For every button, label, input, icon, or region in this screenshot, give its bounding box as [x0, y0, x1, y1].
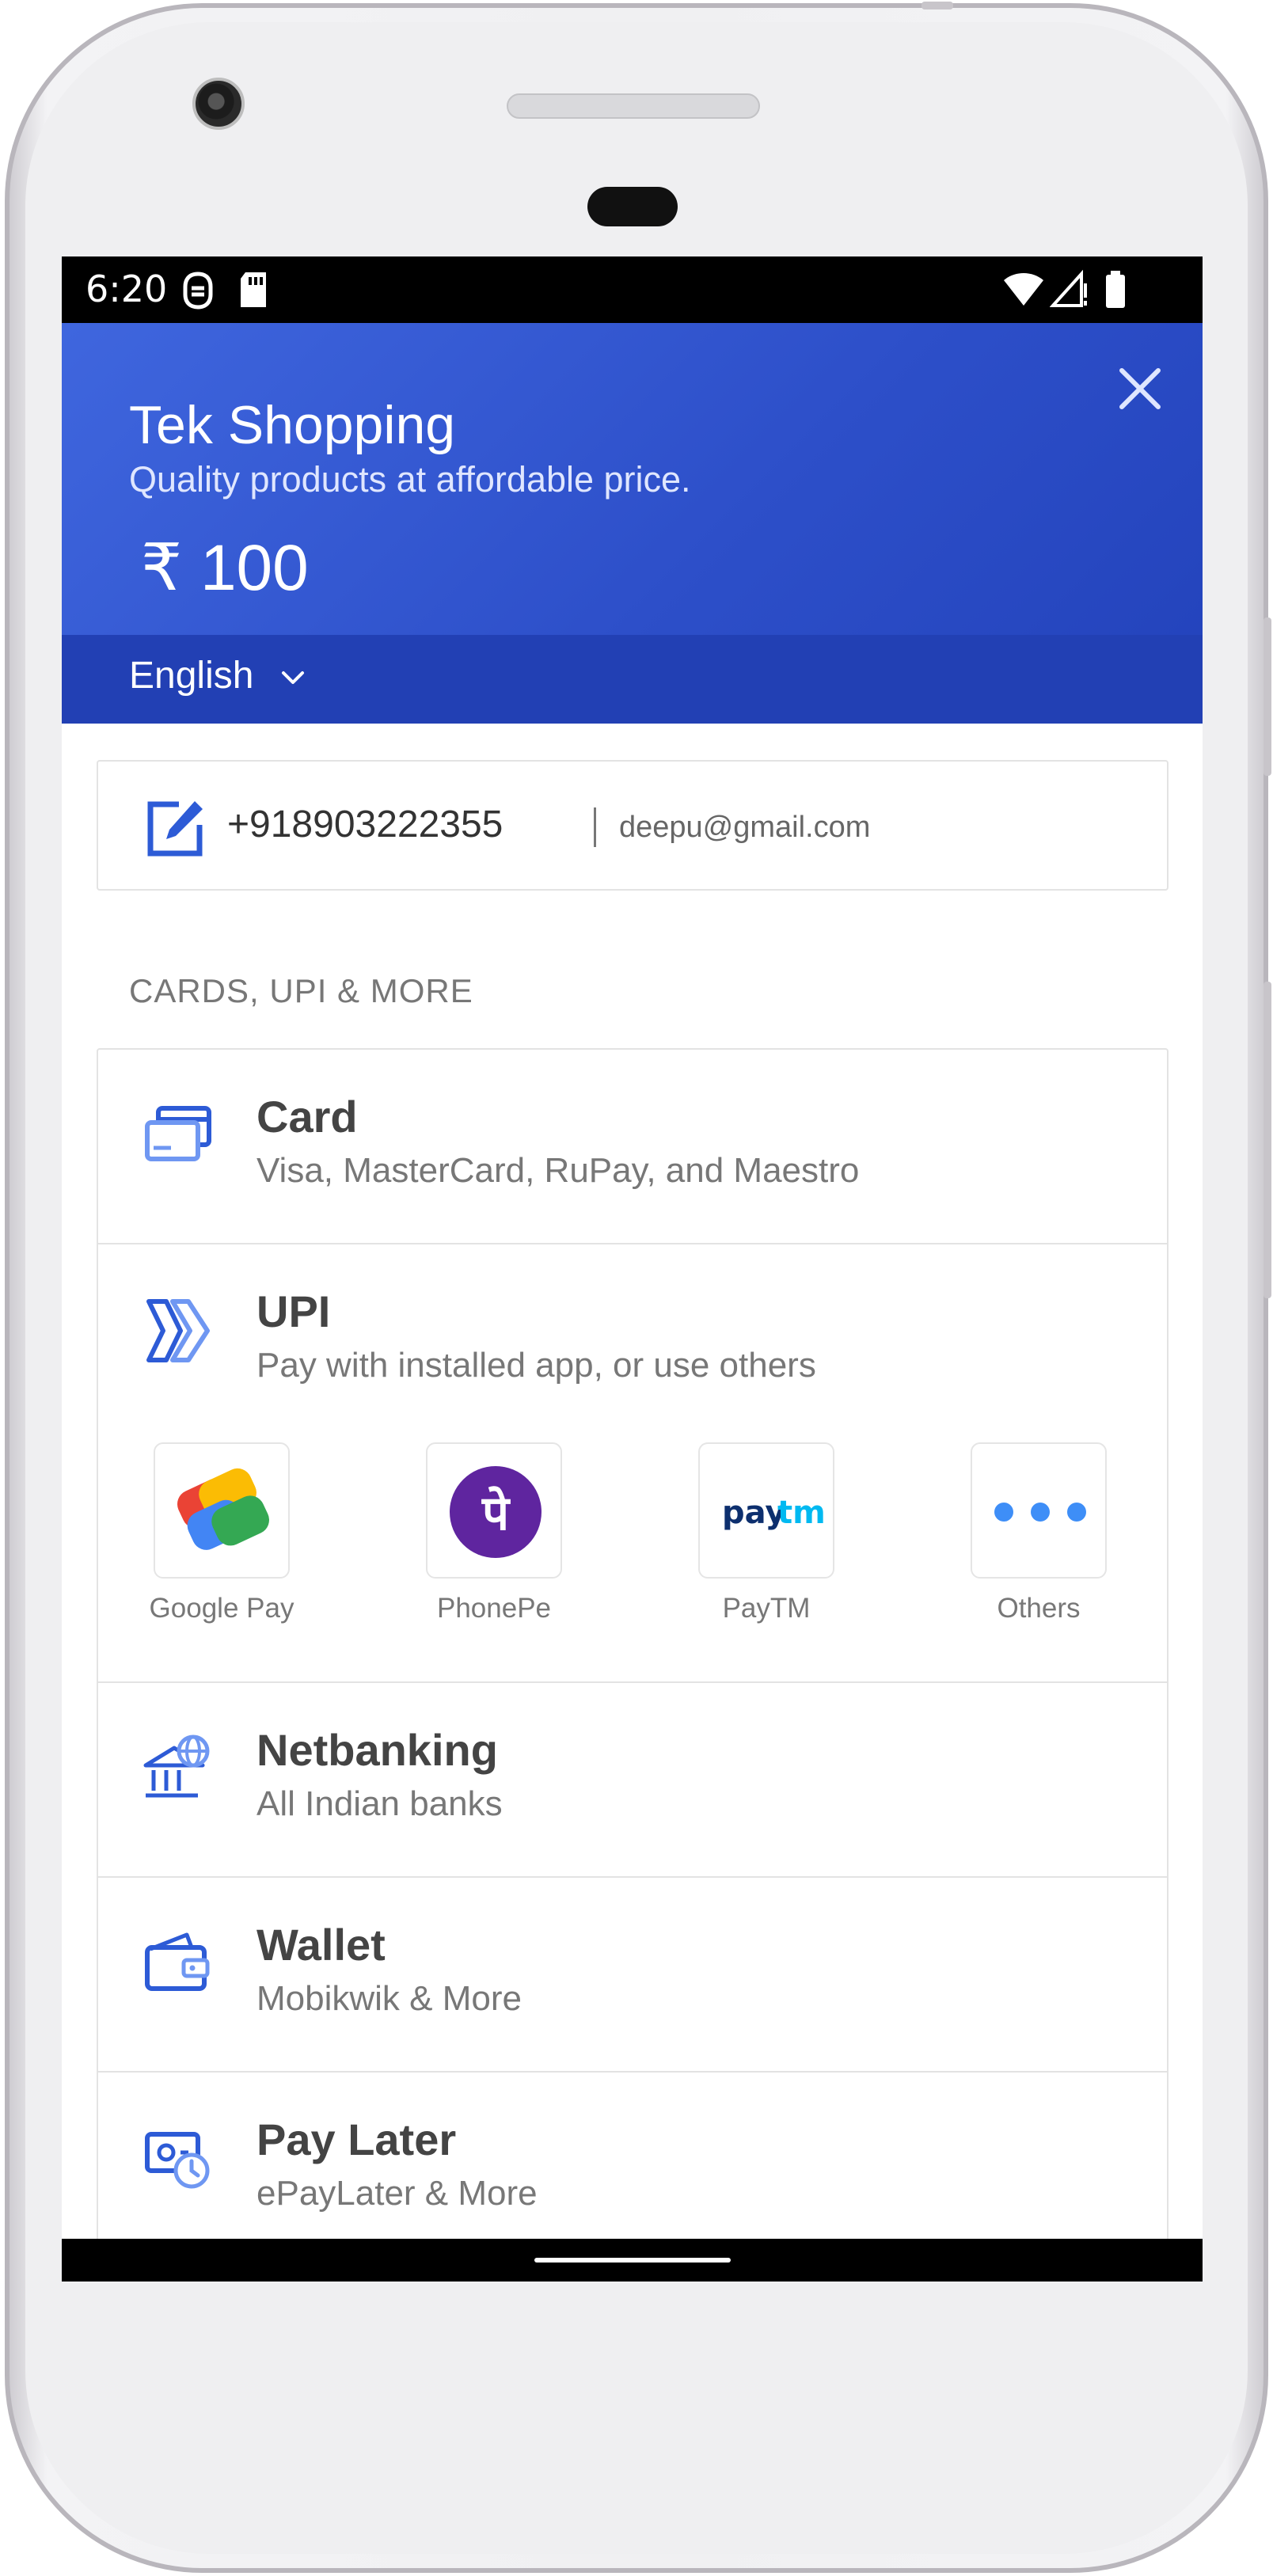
section-heading: CARDS, UPI & MORE [129, 972, 473, 1009]
upi-app-paytm[interactable]: pay tm PayTM [671, 1442, 861, 1624]
navigation-bar [62, 2239, 1203, 2282]
volume-button [1264, 982, 1271, 1298]
battery-icon [1106, 271, 1125, 308]
contact-email: deepu@gmail.com [619, 811, 871, 844]
contact-details[interactable]: +918903222355 deepu@gmail.com [97, 760, 1168, 891]
method-card[interactable]: Card Visa, MasterCard, RuPay, and Maestr… [98, 1050, 1167, 1244]
data-saver-icon [183, 272, 213, 310]
method-title: Pay Later [256, 2114, 457, 2164]
power-button [1264, 617, 1271, 776]
earpiece-speaker [507, 93, 760, 119]
close-icon[interactable] [1112, 361, 1168, 416]
phonepe-icon: पे [450, 1466, 542, 1558]
edit-icon[interactable] [144, 796, 207, 860]
wifi-icon [1004, 273, 1043, 306]
method-subtitle: ePayLater & More [256, 2174, 538, 2213]
method-wallet[interactable]: Wallet Mobikwik & More [98, 1878, 1167, 2073]
screen: 6:20 Tek Shopping Quality products at af… [62, 256, 1203, 2282]
language-label: English [129, 655, 254, 697]
method-subtitle: Visa, MasterCard, RuPay, and Maestro [256, 1151, 860, 1190]
paytm-logo-tm: tm [777, 1495, 826, 1531]
method-netbanking[interactable]: Netbanking All Indian banks [98, 1683, 1167, 1878]
merchant-header: Tek Shopping Quality products at afforda… [62, 323, 1203, 724]
merchant-tagline: Quality products at affordable price. [129, 459, 691, 500]
proximity-sensor [587, 187, 678, 226]
upi-app-others[interactable]: Others [944, 1442, 1134, 1624]
status-time: 6:20 [86, 268, 168, 310]
app-label: Others [997, 1593, 1081, 1624]
phonepe-glyph: पे [481, 1486, 511, 1541]
app-tile: pay tm [698, 1442, 834, 1579]
cell-signal-icon [1050, 269, 1087, 307]
app-label: Google Pay [149, 1593, 294, 1624]
app-tile [971, 1442, 1107, 1579]
front-camera [192, 78, 245, 130]
upi-icon [146, 1299, 210, 1362]
method-title: Wallet [256, 1920, 386, 1970]
method-subtitle: Mobikwik & More [256, 1979, 522, 2018]
contact-phone: +918903222355 [227, 804, 504, 845]
method-title: UPI [256, 1286, 331, 1336]
wallet-icon [145, 1932, 210, 1991]
method-subtitle: All Indian banks [256, 1784, 503, 1823]
app-label: PayTM [722, 1593, 811, 1624]
app-tile [154, 1442, 290, 1579]
method-upi[interactable]: UPI Pay with installed app, or use other… [98, 1244, 1167, 1683]
paytm-icon: pay tm [722, 1495, 826, 1531]
more-dots-icon [994, 1503, 1086, 1522]
payment-methods-list: Card Visa, MasterCard, RuPay, and Maestr… [97, 1048, 1168, 2269]
upi-app-grid: Google Pay पे PhonePe pay tm PayTM Other… [98, 1442, 1167, 1648]
top-button [922, 2, 953, 9]
paytm-logo-pay: pay [722, 1495, 785, 1531]
bank-icon [143, 1734, 210, 1798]
google-pay-icon [177, 1468, 269, 1550]
method-title: Netbanking [256, 1725, 498, 1775]
language-selector[interactable]: English [62, 635, 1203, 724]
pay-later-icon [145, 2132, 210, 2189]
chevron-down-icon [282, 671, 304, 684]
credit-card-icon [145, 1106, 211, 1161]
method-subtitle: Pay with installed app, or use others [256, 1346, 816, 1385]
upi-app-google-pay[interactable]: Google Pay [127, 1442, 317, 1624]
contact-separator [594, 807, 596, 847]
payment-amount: ₹ 100 [141, 532, 309, 604]
home-gesture-handle[interactable] [534, 2258, 731, 2263]
sd-card-icon [241, 272, 266, 307]
app-label: PhonePe [436, 1593, 552, 1624]
status-bar: 6:20 [62, 256, 1203, 323]
app-tile: पे [426, 1442, 562, 1579]
upi-app-phonepe[interactable]: पे PhonePe [399, 1442, 589, 1624]
merchant-name: Tek Shopping [129, 395, 456, 455]
method-title: Card [256, 1092, 358, 1142]
